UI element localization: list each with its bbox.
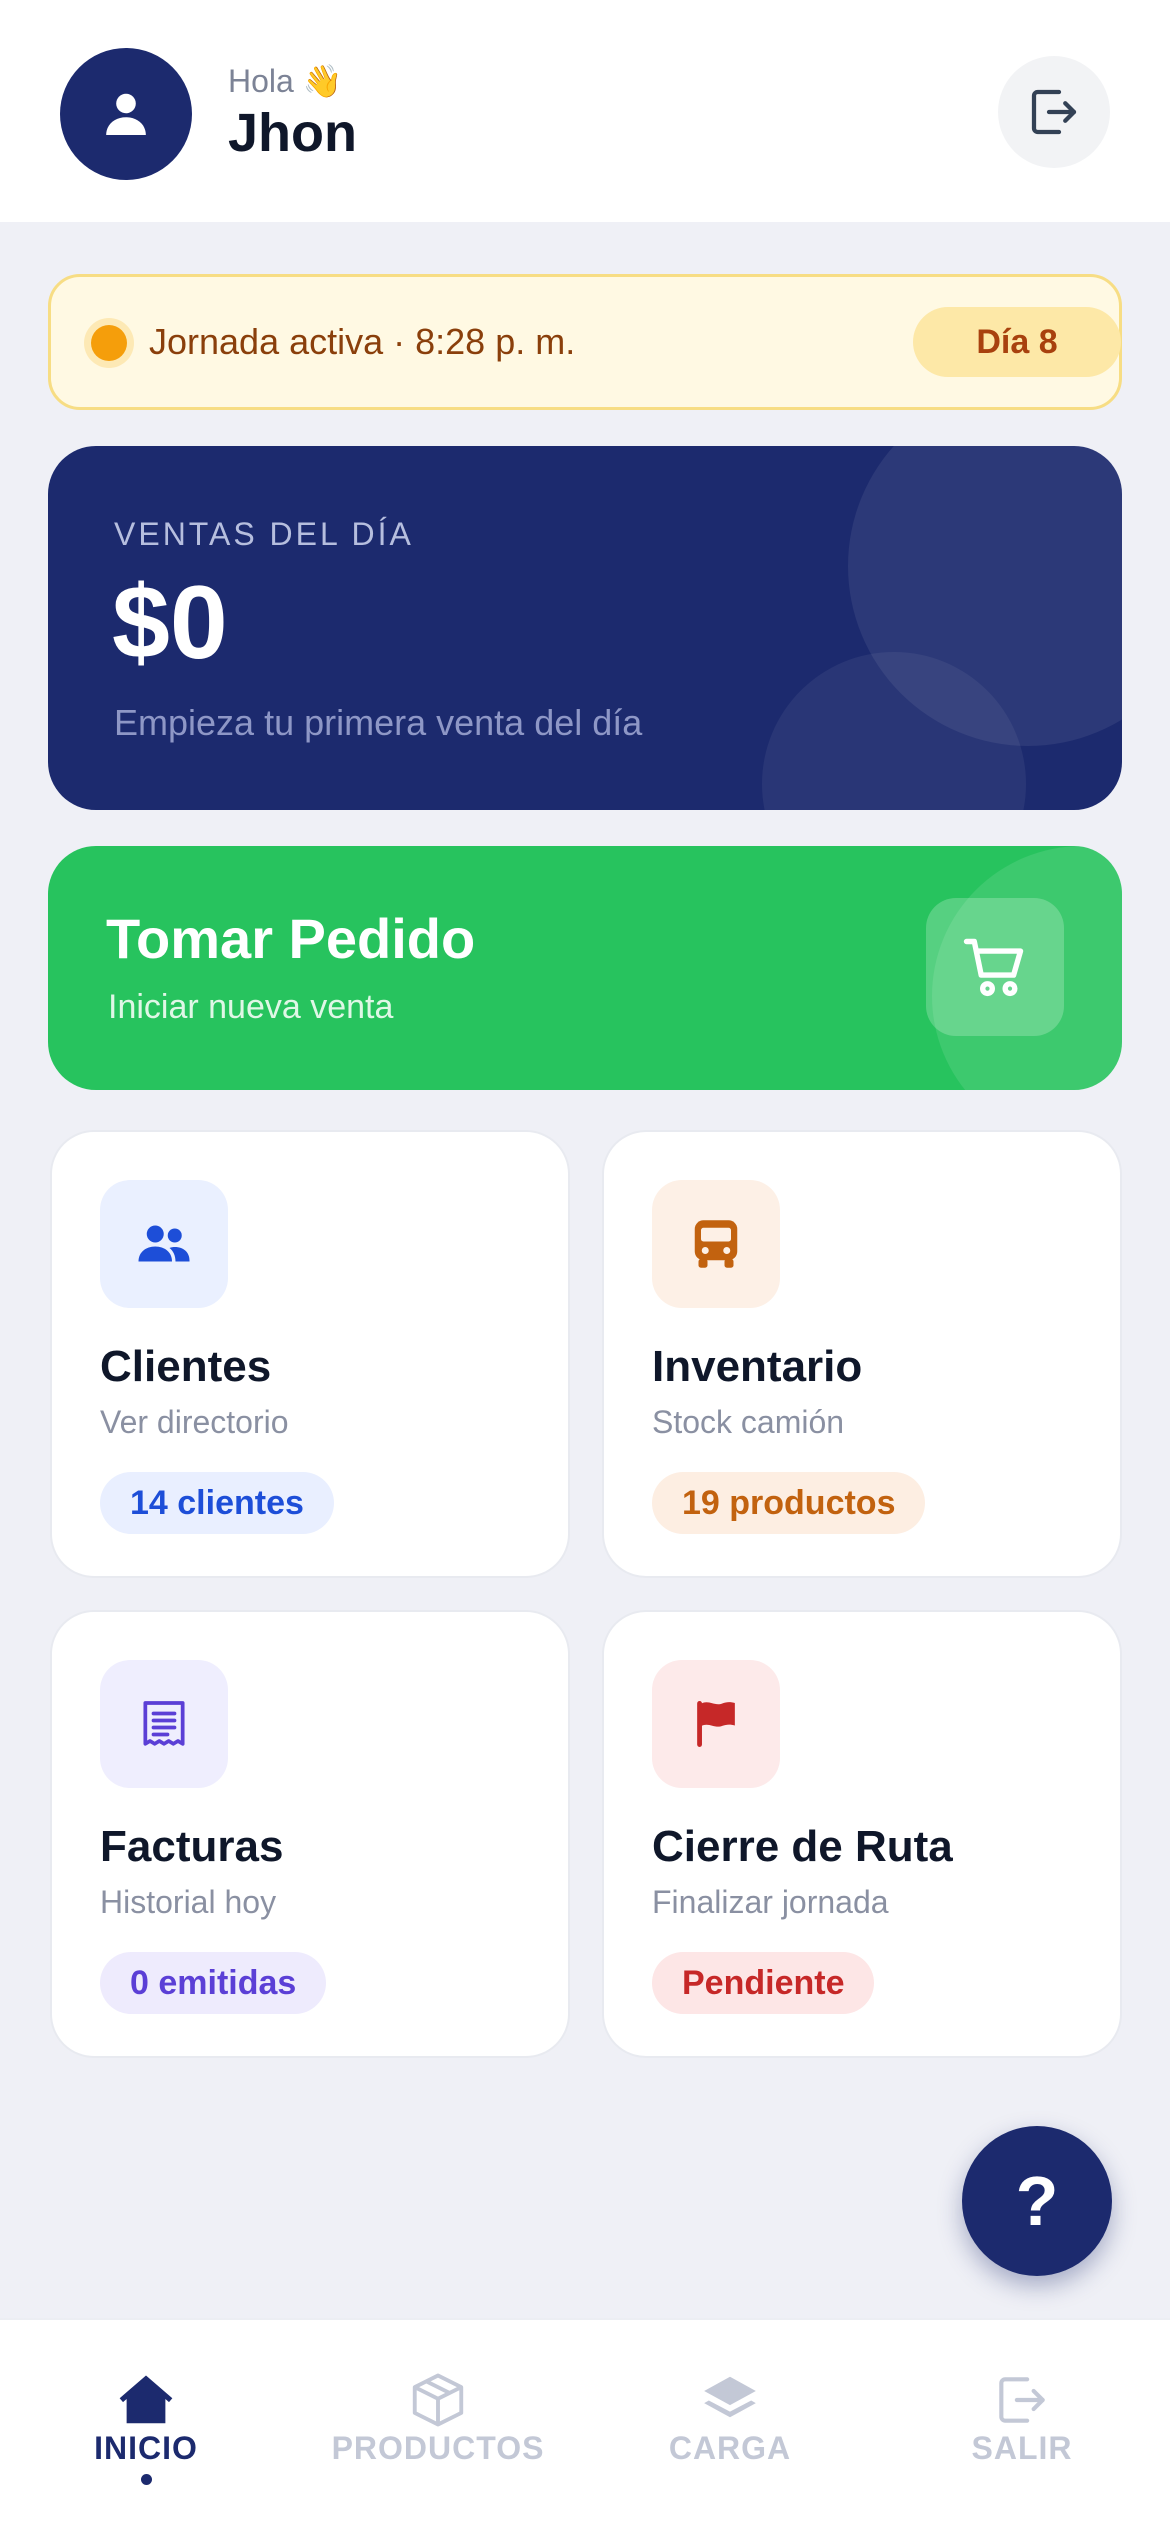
nav-label: INICIO	[94, 2430, 198, 2466]
sales-amount: $0	[112, 565, 228, 681]
greeting-text: Hola 👋	[228, 63, 343, 99]
nav-item-productos[interactable]: PRODUCTOS	[292, 2320, 584, 2532]
clients-count-badge: 14 clientes	[100, 1472, 334, 1534]
card-subtitle: Ver directorio	[100, 1404, 289, 1440]
avatar[interactable]	[60, 48, 192, 180]
invoices-count-badge: 0 emitidas	[100, 1952, 327, 2014]
status-text: Jornada activa · 8:28 p. m.	[149, 321, 576, 362]
card-subtitle: Stock camión	[652, 1404, 845, 1440]
workday-status-banner: Jornada activa · 8:28 p. m. Día 8	[48, 274, 1122, 410]
cart-icon	[963, 938, 1024, 997]
nav-label: CARGA	[668, 2430, 792, 2466]
truck-icon	[694, 1220, 738, 1268]
card-icon-box	[652, 1660, 780, 1788]
users-icon	[138, 1225, 190, 1262]
card-icon-box	[652, 1180, 780, 1308]
take-order-button[interactable]: Tomar Pedido Iniciar nueva venta	[48, 846, 1122, 1090]
route-status-badge: Pendiente	[652, 1952, 875, 2014]
flag-icon	[697, 1701, 735, 1747]
status-dot	[91, 325, 127, 361]
nav-item-inicio[interactable]: INICIO	[0, 2320, 292, 2532]
receipt-icon	[143, 1701, 185, 1746]
inventory-count-badge: 19 productos	[652, 1472, 926, 1534]
nav-label: PRODUCTOS	[331, 2430, 545, 2466]
nav-label: SALIR	[971, 2430, 1073, 2466]
card-title: Cierre de Ruta	[652, 1822, 953, 1871]
inventory-card[interactable]: Inventario Stock camión 19 productos	[602, 1130, 1122, 1578]
daily-sales-card: VENTAS DEL DÍA $0 Empieza tu primera ven…	[48, 446, 1122, 810]
route-close-card[interactable]: Cierre de Ruta Finalizar jornada Pendien…	[602, 1610, 1122, 2058]
user-name: Jhon	[228, 103, 357, 163]
cart-icon-box	[926, 898, 1064, 1036]
card-title: Inventario	[652, 1342, 863, 1391]
clients-card[interactable]: Clientes Ver directorio 14 clientes	[50, 1130, 570, 1578]
card-subtitle: Historial hoy	[100, 1884, 277, 1920]
nav-item-carga[interactable]: CARGA	[584, 2320, 876, 2532]
home-icon	[119, 2375, 173, 2424]
user-icon	[106, 93, 146, 135]
take-order-title: Tomar Pedido	[106, 907, 476, 970]
day-badge: Día 8	[913, 307, 1121, 377]
sales-label: VENTAS DEL DÍA	[114, 516, 414, 552]
app-header: Hola 👋 Jhon	[0, 0, 1170, 222]
layers-icon	[704, 2376, 756, 2418]
logout-icon	[1031, 89, 1077, 135]
card-icon-box	[100, 1180, 228, 1308]
help-button[interactable]: ?	[962, 2126, 1112, 2276]
card-title: Clientes	[100, 1342, 272, 1391]
card-subtitle: Finalizar jornada	[652, 1884, 889, 1920]
sales-hint: Empieza tu primera venta del día	[114, 702, 643, 743]
invoices-card[interactable]: Facturas Historial hoy 0 emitidas	[50, 1610, 570, 2058]
nav-item-salir[interactable]: SALIR	[876, 2320, 1168, 2532]
bottom-navigation: INICIO PRODUCTOS CARGA SALIR	[0, 2318, 1170, 2532]
logout-icon	[999, 2377, 1045, 2423]
card-title: Facturas	[100, 1822, 284, 1871]
logout-button[interactable]	[998, 56, 1110, 168]
active-indicator-dot	[141, 2474, 152, 2485]
card-icon-box	[100, 1660, 228, 1788]
box-icon	[412, 2373, 464, 2427]
take-order-subtitle: Iniciar nueva venta	[108, 988, 394, 1026]
